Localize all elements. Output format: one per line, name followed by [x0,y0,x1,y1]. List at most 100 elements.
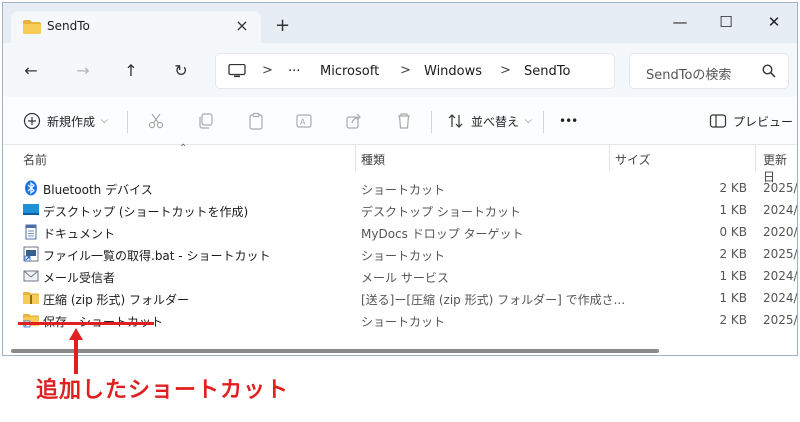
column-divider[interactable] [355,145,356,171]
table-row[interactable]: 保存 - ショートカット ショートカット 2 KB 2025/0 [3,309,797,331]
breadcrumb-separator: > [262,63,273,78]
folder-shortcut-icon [23,314,39,328]
document-icon [25,224,37,240]
maximize-button[interactable]: ☐ [711,11,741,33]
file-type: ショートカット [361,315,446,329]
cut-icon[interactable] [147,111,165,131]
copy-icon[interactable] [197,111,215,131]
file-date: 2025/0 [763,181,798,195]
monitor-icon [228,64,246,78]
breadcrumb-windows[interactable]: Windows [424,64,482,79]
table-row[interactable]: デスクトップ (ショートカットを作成) デスクトップ ショートカット 1 KB … [3,199,797,221]
svg-text:A: A [300,118,306,127]
sort-ascending-icon: ⌃ [179,143,188,154]
tab-title: SendTo [47,19,90,33]
bat-shortcut-icon [23,246,39,262]
divider [127,111,128,133]
file-type: ショートカット [361,183,446,197]
table-row[interactable]: メール受信者 メール サービス 1 KB 2024/0 [3,265,797,287]
mail-icon [23,270,39,282]
divider [543,111,544,133]
explorer-window: SendTo × + — ☐ ✕ ← → ↑ ↻ > ··· Microsoft… [2,2,798,356]
new-tab-button[interactable]: + [275,17,290,35]
file-date: 2020/1 [763,225,798,239]
table-row[interactable]: ドキュメント MyDocs ドロップ ターゲット 0 KB 2020/1 [3,221,797,243]
sort-label: 並べ替え [471,114,520,129]
file-date: 2024/0 [763,203,798,217]
file-date: 2024/0 [763,291,798,305]
paste-icon[interactable] [247,111,265,131]
breadcrumb-more[interactable]: ··· [288,64,300,79]
back-button[interactable]: ← [21,61,41,81]
preview-label: プレビュー [733,114,794,129]
address-bar[interactable]: > ··· Microsoft > Windows > SendTo [215,53,615,89]
column-name[interactable]: 名前 [23,151,47,168]
highlight-underline [18,322,154,325]
chevron-down-icon: ⌵ [101,116,108,126]
minimize-button[interactable]: — [665,11,695,33]
tab-sendto[interactable]: SendTo × [11,11,261,43]
file-size: 2 KB [719,247,747,261]
new-button[interactable]: 新規作成 ⌵ [23,111,108,131]
annotation-callout: 追加したショートカット [36,378,290,403]
bluetooth-icon [25,180,37,196]
file-type: MyDocs ドロップ ターゲット [361,227,524,241]
horizontal-scrollbar[interactable] [11,349,659,353]
plus-circle-icon [23,112,41,130]
sort-button[interactable]: 並べ替え ⌵ [447,111,532,131]
breadcrumb-separator: > [400,63,411,78]
column-type[interactable]: 種類 [361,151,385,168]
preview-button[interactable]: プレビュー [709,111,793,131]
table-row[interactable]: Bluetooth デバイス ショートカット 2 KB 2025/0 [3,177,797,199]
breadcrumb-microsoft[interactable]: Microsoft [320,64,379,79]
column-divider[interactable] [609,145,610,171]
file-date: 2024/0 [763,269,798,283]
column-size[interactable]: サイズ [615,151,651,168]
file-date: 2025/0 [763,247,798,261]
chevron-down-icon: ⌵ [525,116,532,126]
command-bar: 新規作成 ⌵ A 並べ替え ⌵ ••• プレビュー [3,97,797,145]
refresh-button[interactable]: ↻ [171,61,191,81]
file-name: ドキュメント [43,227,116,241]
file-size: 0 KB [719,225,747,239]
rename-icon[interactable]: A [295,111,313,131]
new-label: 新規作成 [47,114,96,129]
breadcrumb-separator: > [500,63,511,78]
file-type: ショートカット [361,249,446,263]
title-bar: SendTo × + — ☐ ✕ [3,3,797,43]
breadcrumb-sendto[interactable]: SendTo [524,64,570,79]
folder-icon [23,20,41,34]
table-row[interactable]: 圧縮 (zip 形式) フォルダー [送る]ー[圧縮 (zip 形式) フォルダ… [3,287,797,309]
file-size: 1 KB [719,203,747,217]
search-input[interactable]: SendToの検索 [646,64,731,83]
column-divider[interactable] [755,145,756,171]
column-header: ⌃ 名前 種類 サイズ 更新日 [3,143,797,184]
file-type: デスクトップ ショートカット [361,205,521,219]
file-date: 2025/0 [763,313,798,327]
forward-button[interactable]: → [73,61,93,81]
more-options-button[interactable]: ••• [559,111,578,131]
file-type: [送る]ー[圧縮 (zip 形式) フォルダー] で作成さ... [361,293,626,307]
share-icon[interactable] [345,111,363,131]
file-type: メール サービス [361,271,449,285]
divider [431,111,432,133]
navigation-bar: ← → ↑ ↻ > ··· Microsoft > Windows > Send… [3,43,797,97]
file-size: 1 KB [719,291,747,305]
file-size: 2 KB [719,313,747,327]
file-name: メール受信者 [43,271,116,285]
file-name: 圧縮 (zip 形式) フォルダー [43,293,190,307]
tab-close-button[interactable]: × [233,17,251,35]
file-name: デスクトップ (ショートカットを作成) [43,205,249,219]
file-name: Bluetooth デバイス [43,183,153,197]
close-button[interactable]: ✕ [759,11,789,33]
sort-icon [448,114,463,128]
search-box[interactable]: SendToの検索 [629,53,789,89]
desktop-icon [23,204,39,215]
up-button[interactable]: ↑ [121,61,141,81]
delete-icon[interactable] [395,111,413,131]
arrow-up-icon [69,328,83,374]
preview-pane-icon [709,114,727,128]
zip-folder-icon [23,292,39,304]
table-row[interactable]: ファイル一覧の取得.bat - ショートカット ショートカット 2 KB 202… [3,243,797,265]
file-name: ファイル一覧の取得.bat - ショートカット [43,249,271,263]
